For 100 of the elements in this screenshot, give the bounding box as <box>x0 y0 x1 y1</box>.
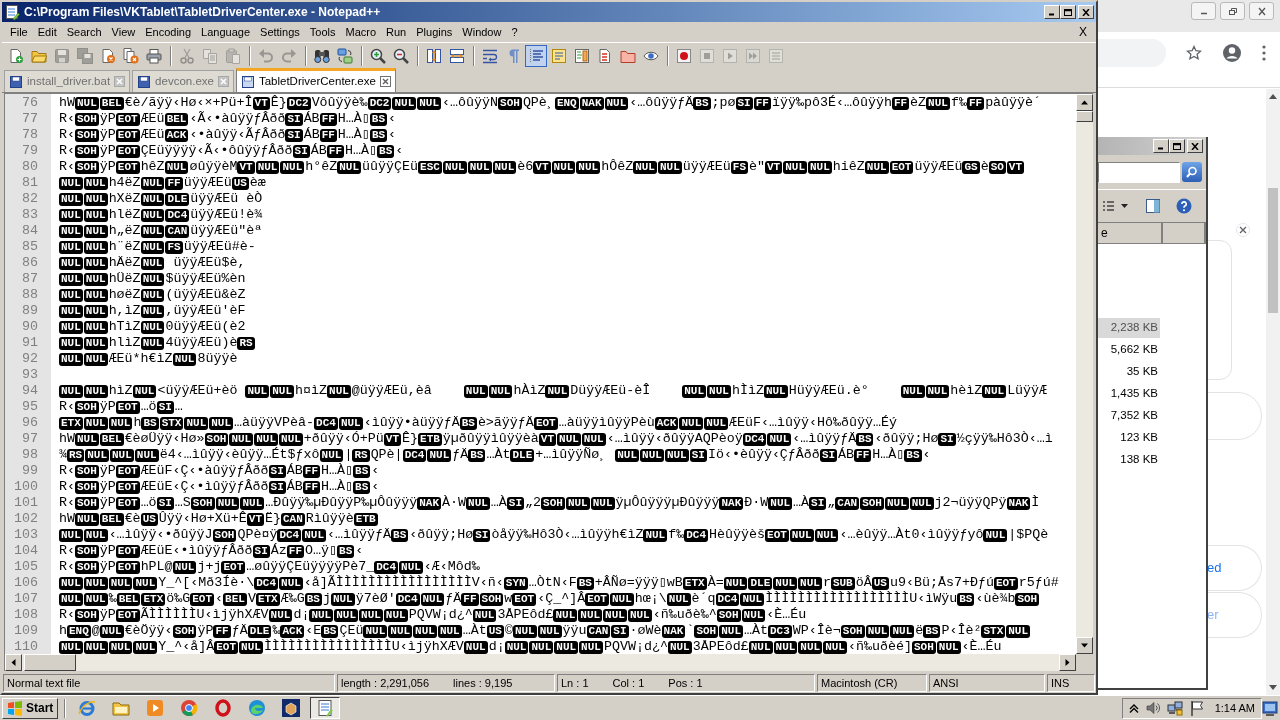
control-character: NUL <box>890 624 915 638</box>
code-text: ‹…ìûÿÿ‹•ðûÿÿJ <box>108 527 213 543</box>
control-character: SOH <box>75 160 99 174</box>
menu-item[interactable]: Macro <box>340 24 382 40</box>
control-character: NUL <box>59 320 83 334</box>
code-text: ÿP <box>99 111 116 127</box>
control-character: SOH <box>75 112 99 126</box>
control-character: CAN <box>281 512 305 526</box>
show-desktop-icon[interactable] <box>1262 700 1278 716</box>
menu-item[interactable]: ? <box>506 24 523 40</box>
scroll-right-button[interactable] <box>1059 654 1076 671</box>
flag-icon[interactable] <box>1188 700 1205 716</box>
menu-item[interactable]: Edit <box>32 24 62 40</box>
restore-button[interactable] <box>1220 2 1245 20</box>
search-field[interactable] <box>1098 161 1180 183</box>
menu-item[interactable]: Plugins <box>411 24 458 40</box>
control-character: BEL <box>223 592 247 606</box>
start-button[interactable]: Start <box>2 697 59 719</box>
menu-item[interactable]: Encoding <box>140 24 197 40</box>
code-text: ‹…èûÿÿ…Àt0‹ìûÿÿƒyô <box>839 527 984 543</box>
menu-item[interactable]: Tools <box>304 24 341 40</box>
scrollbar-thumb[interactable] <box>24 654 76 671</box>
star-icon[interactable] <box>1186 44 1202 61</box>
line-number: 93 <box>22 367 38 383</box>
code-text: d¡ <box>488 639 505 655</box>
code-text: hœ¡\ <box>634 591 667 607</box>
scrollbar-thumb[interactable] <box>1268 188 1278 313</box>
taskbar-button[interactable] <box>310 697 341 719</box>
scroll-up-icon[interactable] <box>1269 93 1277 99</box>
menu-item[interactable]: Settings <box>255 24 305 40</box>
menu-item[interactable]: Run <box>381 24 412 40</box>
menu-item[interactable]: Window <box>457 24 507 40</box>
line-number: 101 <box>14 495 38 511</box>
close-icon[interactable] <box>379 76 391 87</box>
control-character: FF <box>753 96 771 110</box>
preview-pane-icon[interactable] <box>1146 199 1160 213</box>
control-character: NUL <box>529 640 554 654</box>
clock-text[interactable]: 1:14 AM <box>1214 699 1255 717</box>
control-character: NUL <box>466 496 490 510</box>
code-text: ÁB <box>838 447 855 463</box>
search-button[interactable] <box>1182 162 1202 182</box>
code-text: R‹ <box>59 127 75 143</box>
control-character: BS <box>468 448 486 462</box>
control-character: NUL <box>172 352 197 366</box>
control-character: NUL <box>900 384 925 398</box>
control-character: NUL <box>554 640 579 654</box>
scroll-left-button[interactable] <box>5 654 22 671</box>
line-number: 92 <box>22 351 38 367</box>
menu-item[interactable]: Search <box>61 24 107 40</box>
network-icon[interactable] <box>1166 700 1183 716</box>
code-text: r <box>822 575 831 591</box>
control-character: NUL <box>83 576 108 590</box>
code-text: j+j <box>197 559 222 575</box>
control-character: US <box>140 512 158 526</box>
tab[interactable]: devcon.exe <box>132 70 234 92</box>
play-icon <box>146 699 165 717</box>
menu-item[interactable]: File <box>5 24 33 40</box>
account-icon[interactable] <box>1222 42 1242 63</box>
control-character: NUL <box>59 192 83 206</box>
view-menu-icon[interactable] <box>1102 200 1130 212</box>
restore-icon <box>1227 6 1238 16</box>
round-button[interactable]: ed <box>1205 545 1262 591</box>
close-icon <box>1256 6 1267 16</box>
scroll-down-button[interactable] <box>1076 637 1093 654</box>
control-character: ENQ <box>67 624 91 638</box>
maximize-button[interactable] <box>1060 5 1076 19</box>
maximize-button[interactable] <box>1169 139 1185 153</box>
speaker-icon[interactable] <box>1144 700 1161 716</box>
close-document-button[interactable]: X <box>1079 24 1087 40</box>
menu-icon[interactable] <box>1262 44 1266 61</box>
close-button[interactable] <box>1249 2 1274 20</box>
scroll-up-button[interactable] <box>1076 94 1093 111</box>
line-number: 94 <box>22 383 38 399</box>
scrollbar-thumb[interactable] <box>1076 111 1093 122</box>
code-text: ƒÂðð <box>253 127 286 143</box>
code-text: èZ <box>910 95 927 111</box>
page-close-icon <box>100 47 116 64</box>
code-text: ‹ <box>395 143 404 159</box>
scissors-icon <box>179 47 195 64</box>
code-text: PQVW¡d¿^ <box>408 607 473 623</box>
code-text: ÿP <box>99 607 116 623</box>
control-character: SOH <box>75 608 99 622</box>
menu-item[interactable]: Language <box>196 24 256 40</box>
control-character: NUL <box>768 496 793 510</box>
code-text: ƒÄ <box>231 623 248 639</box>
scroll-down-icon[interactable] <box>1269 685 1277 691</box>
size-cell-text: 138 KB <box>1119 452 1159 468</box>
control-character: NUL <box>413 624 437 638</box>
address-field[interactable] <box>1098 38 1166 67</box>
tab[interactable]: install_driver.bat <box>4 70 131 92</box>
line-number: 88 <box>22 287 38 303</box>
menu-item[interactable]: View <box>106 24 141 40</box>
control-character: EOT <box>221 560 246 574</box>
tab[interactable]: TabletDriverCenter.exe <box>235 68 396 92</box>
code-text: Ë} <box>265 511 281 527</box>
help-icon[interactable] <box>1176 198 1192 214</box>
control-character: BS <box>304 592 322 606</box>
control-character: ETX <box>59 416 83 430</box>
chevron-up-icon[interactable] <box>1128 703 1139 713</box>
control-character: NUL <box>1006 624 1031 638</box>
